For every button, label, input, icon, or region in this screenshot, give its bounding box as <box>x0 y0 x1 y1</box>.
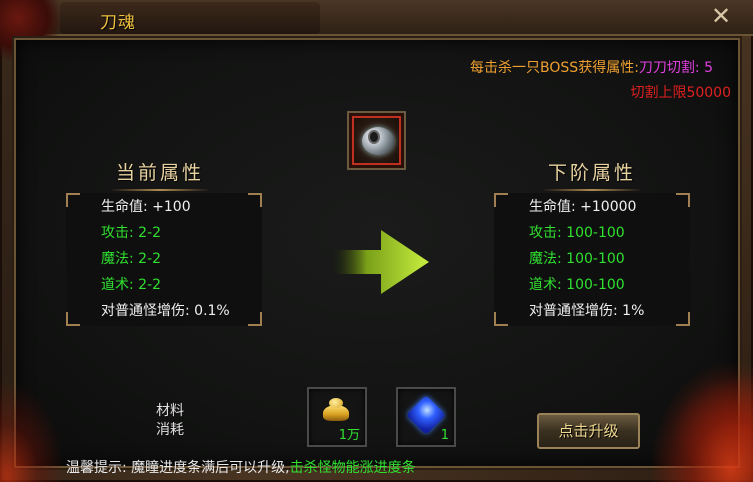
boss-reward-line: 每击杀一只BOSS获得属性:刀刀切割: 5 <box>470 57 713 77</box>
gem-count: 1 <box>440 428 449 443</box>
title-plate <box>60 2 320 34</box>
next-taoism: 道术: 100-100 <box>529 277 625 293</box>
current-magic: 魔法: 2-2 <box>101 251 162 267</box>
fire-decoration-right <box>643 352 753 482</box>
corner-ornament <box>248 312 262 326</box>
current-attributes-title: 当前属性 <box>100 158 220 191</box>
material-label-line1: 材料 <box>156 403 184 419</box>
gold-count: 1万 <box>338 428 360 443</box>
corner-ornament <box>494 312 508 326</box>
corner-ornament <box>676 193 690 207</box>
close-button[interactable]: ✕ <box>702 0 740 32</box>
corner-ornament <box>66 193 80 207</box>
upgrade-button[interactable]: 点击升级 <box>537 413 640 449</box>
material-slot-gold[interactable]: 1万 <box>307 387 367 447</box>
tip-prefix: 温馨提示: 魔瞳进度条满后可以升级, <box>66 460 290 476</box>
blade-soul-skill-icon[interactable] <box>347 111 406 170</box>
material-slot-gem[interactable]: 1 <box>396 387 456 447</box>
cut-limit-text: 切割上限50000 <box>630 85 731 101</box>
current-attributes-box: 生命值: +100 攻击: 2-2 魔法: 2-2 道术: 2-2 对普通怪增伤… <box>66 193 262 326</box>
tip-line: 温馨提示: 魔瞳进度条满后可以升级,击杀怪物能涨进度条 <box>66 457 416 477</box>
corner-ornament <box>248 193 262 207</box>
next-attributes-box: 生命值: +10000 攻击: 100-100 魔法: 100-100 道术: … <box>494 193 690 326</box>
current-hp: 生命值: +100 <box>101 199 191 215</box>
eye-pupil-icon <box>368 130 380 144</box>
current-monster-damage: 对普通怪增伤: 0.1% <box>101 303 230 319</box>
tip-highlight: 击杀怪物能涨进度条 <box>289 460 416 476</box>
corner-ornament <box>676 312 690 326</box>
material-label-line2: 消耗 <box>156 422 184 438</box>
boss-reward-label: 每击杀一只BOSS获得属性: <box>470 60 639 76</box>
upgrade-arrow-icon <box>333 230 429 294</box>
gold-ingot-icon <box>323 398 349 421</box>
next-monster-damage: 对普通怪增伤: 1% <box>529 303 645 319</box>
corner-ornament <box>494 193 508 207</box>
fire-decoration-left <box>0 372 70 482</box>
current-attack: 攻击: 2-2 <box>101 225 162 241</box>
next-attributes-title: 下阶属性 <box>532 158 652 191</box>
current-taoism: 道术: 2-2 <box>101 277 162 293</box>
material-cost-label: 材料 消耗 <box>153 402 187 440</box>
next-attack: 攻击: 100-100 <box>529 225 625 241</box>
next-magic: 魔法: 100-100 <box>529 251 625 267</box>
corner-ornament <box>66 312 80 326</box>
next-hp: 生命值: +10000 <box>529 199 637 215</box>
boss-reward-value: 刀刀切割: 5 <box>638 60 713 76</box>
window-title: 刀魂 <box>100 13 136 33</box>
skill-icon-frame <box>352 116 401 165</box>
